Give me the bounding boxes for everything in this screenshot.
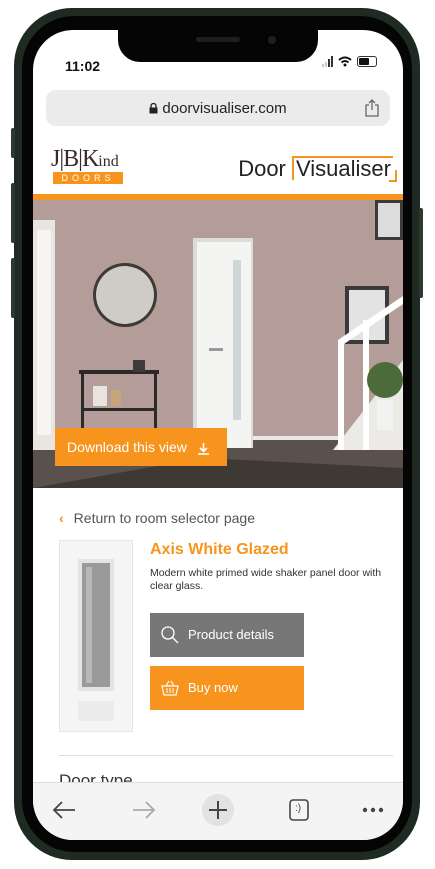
earpiece-speaker xyxy=(196,37,240,42)
return-link-label: Return to room selector page xyxy=(73,510,255,526)
door-thumbnail xyxy=(59,540,133,732)
volume-up-button xyxy=(11,183,15,243)
address-bar[interactable]: doorvisualiser.com xyxy=(46,90,390,126)
product-name: Axis White Glazed xyxy=(150,541,289,558)
browser-toolbar: :) xyxy=(33,782,403,840)
front-camera xyxy=(268,36,276,44)
buy-now-label: Buy now xyxy=(188,680,238,695)
url-display[interactable]: doorvisualiser.com xyxy=(46,100,390,117)
logo-wordmark: J|B|Kind xyxy=(51,146,119,172)
door-illustration xyxy=(60,541,132,731)
product-details-button[interactable]: Product details xyxy=(150,613,304,657)
download-view-label: Download this view xyxy=(67,439,187,455)
wifi-icon xyxy=(338,56,352,67)
more-icon[interactable] xyxy=(353,793,393,827)
plus-icon[interactable] xyxy=(198,793,238,827)
back-arrow-icon[interactable] xyxy=(45,793,85,827)
brand-prefix: Door xyxy=(238,156,286,181)
tabs-icon[interactable]: :) xyxy=(278,793,318,827)
battery-icon xyxy=(357,56,377,67)
power-button xyxy=(419,208,423,298)
section-divider xyxy=(59,755,393,756)
chevron-left-icon: ‹ xyxy=(59,510,64,526)
basket-icon xyxy=(161,680,179,696)
tabs-count-label: :) xyxy=(294,803,302,814)
product-description: Modern white primed wide shaker panel do… xyxy=(150,567,382,592)
door-visualiser-brand: Door Visualiser xyxy=(238,156,397,182)
logo-doors-strip: DOORS xyxy=(53,172,123,184)
product-details-label: Product details xyxy=(188,627,274,642)
volume-down-button xyxy=(11,258,15,318)
buy-now-button[interactable]: Buy now xyxy=(150,666,304,710)
share-icon[interactable] xyxy=(364,99,380,117)
phone-screen: 11:02 doorvisualiser.com J|B|Kind DOORS … xyxy=(33,30,403,840)
forward-arrow-icon[interactable] xyxy=(123,793,163,827)
download-view-button[interactable]: Download this view xyxy=(55,428,227,466)
status-time: 11:02 xyxy=(65,58,101,74)
magnifier-icon xyxy=(161,626,179,644)
jbkind-logo[interactable]: J|B|Kind DOORS xyxy=(51,146,135,186)
notch xyxy=(118,30,318,62)
download-icon xyxy=(197,442,209,455)
lock-icon xyxy=(149,102,158,114)
signal-icon xyxy=(322,56,333,67)
url-text: doorvisualiser.com xyxy=(162,100,287,117)
brand-boxed-word: Visualiser xyxy=(292,156,397,182)
return-to-room-selector-link[interactable]: ‹ Return to room selector page xyxy=(59,510,255,526)
site-header: J|B|Kind DOORS Door Visualiser xyxy=(33,138,403,194)
status-icons xyxy=(322,56,377,67)
mute-switch xyxy=(11,128,15,158)
